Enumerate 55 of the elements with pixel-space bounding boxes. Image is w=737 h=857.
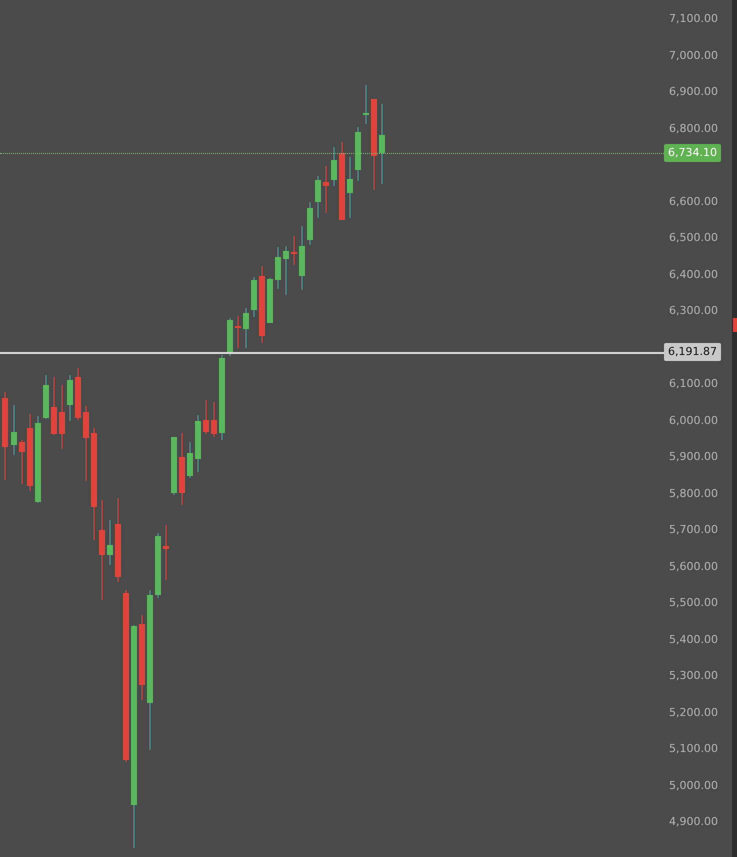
price-axis-label: 5,600.00 — [669, 558, 718, 574]
price-axis-label: 7,100.00 — [669, 11, 718, 27]
marker-icon — [733, 318, 737, 332]
candle — [75, 368, 81, 420]
price-axis-label: 6,800.00 — [669, 120, 718, 136]
candle — [283, 246, 289, 296]
candle — [243, 308, 249, 348]
price-axis-label: 5,500.00 — [669, 595, 718, 611]
candle — [331, 146, 337, 186]
candle — [51, 376, 57, 436]
candle — [299, 226, 305, 290]
candle — [323, 166, 329, 214]
candle — [355, 126, 361, 182]
price-axis-label: 5,800.00 — [669, 486, 718, 502]
price-axis-label: 6,900.00 — [669, 84, 718, 100]
price-axis-label: 6,100.00 — [669, 376, 718, 392]
price-axis-label: 6,300.00 — [669, 303, 718, 319]
candle — [43, 374, 49, 420]
candle — [307, 202, 313, 246]
price-axis-label: 6,600.00 — [669, 194, 718, 210]
candle — [67, 374, 73, 422]
price-axis-label: 5,400.00 — [669, 632, 718, 648]
price-axis-label: 7,000.00 — [669, 48, 718, 64]
candle — [163, 524, 169, 580]
candle — [11, 404, 17, 456]
candle — [347, 156, 353, 218]
candle — [251, 276, 257, 318]
price-axis-label: 5,100.00 — [669, 741, 718, 757]
price-axis-label: 5,700.00 — [669, 522, 718, 538]
candle — [171, 436, 177, 496]
price-axis-label: 5,000.00 — [669, 778, 718, 794]
candle — [19, 440, 25, 484]
price-axis-label: 6,000.00 — [669, 412, 718, 428]
price-axis-label: 6,500.00 — [669, 230, 718, 246]
price-label: 6,734.10 — [664, 144, 721, 162]
candle — [107, 520, 113, 566]
price-axis-label: 5,300.00 — [669, 668, 718, 684]
candle — [187, 442, 193, 478]
price-label: 6,191.87 — [664, 343, 721, 361]
price-axis-label: 5,900.00 — [669, 449, 718, 465]
candle — [59, 384, 65, 450]
candle — [275, 246, 281, 290]
price-axis-label: 5,200.00 — [669, 704, 718, 720]
candle — [291, 236, 297, 266]
price-axis-label: 4,900.00 — [669, 814, 718, 830]
candle — [227, 318, 233, 356]
candle — [195, 414, 201, 472]
candle — [363, 84, 369, 124]
candle — [203, 400, 209, 434]
price-axis-label: 6,400.00 — [669, 266, 718, 282]
candle — [211, 402, 217, 438]
candle — [235, 316, 241, 348]
candle — [267, 278, 273, 323]
candle — [155, 532, 161, 598]
candle — [315, 176, 321, 218]
